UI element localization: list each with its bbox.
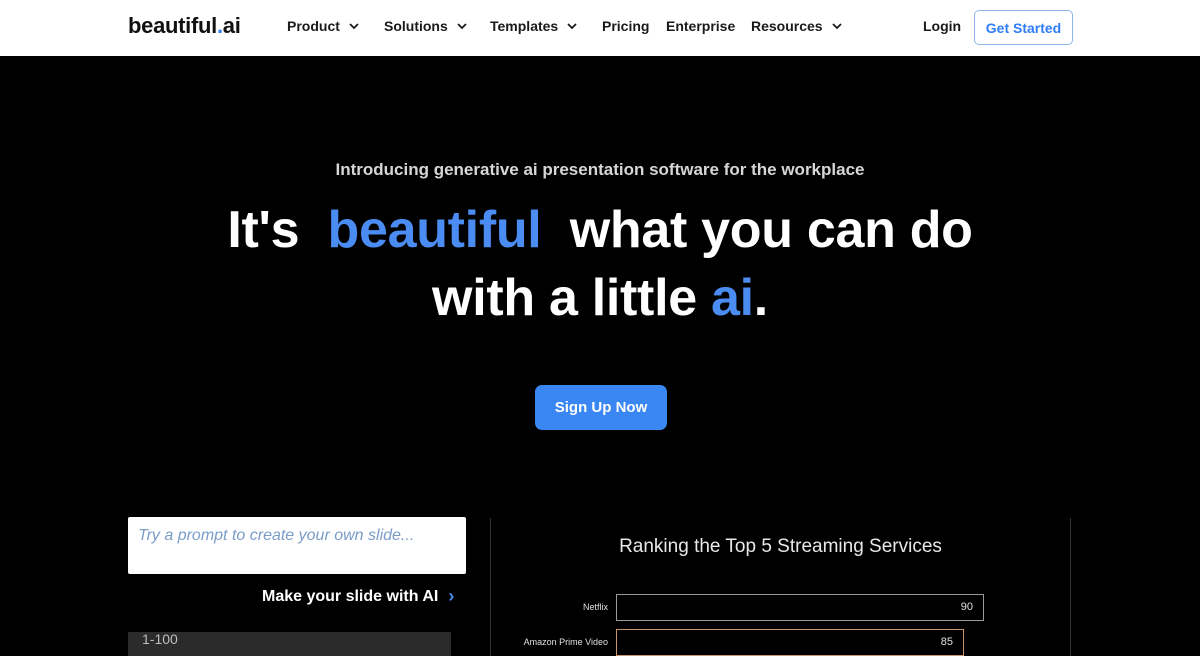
top-nav: beautiful.ai Product Solutions Templates… xyxy=(0,0,1200,56)
range-field[interactable]: 1-100 xyxy=(128,632,451,656)
login-link[interactable]: Login xyxy=(923,18,961,34)
get-started-button[interactable]: Get Started xyxy=(974,10,1073,45)
nav-item-product[interactable]: Product xyxy=(287,18,360,34)
chart-bar-label: Amazon Prime Video xyxy=(523,637,608,647)
nav-item-pricing[interactable]: Pricing xyxy=(602,18,649,34)
chart-title: Ranking the Top 5 Streaming Services xyxy=(619,536,942,557)
nav-item-resources[interactable]: Resources xyxy=(751,18,843,34)
nav-item-templates[interactable]: Templates xyxy=(490,18,578,34)
sign-up-button[interactable]: Sign Up Now xyxy=(535,385,667,430)
nav-item-solutions[interactable]: Solutions xyxy=(384,18,468,34)
chart-bar-label: Netflix xyxy=(582,602,608,612)
chart-bar-row: Netflix 90 xyxy=(491,594,1070,621)
hero-subtitle: Introducing generative ai presentation s… xyxy=(335,160,865,179)
logo[interactable]: beautiful.ai xyxy=(128,13,241,39)
chevron-down-icon xyxy=(831,23,842,30)
chart-bar: 90 xyxy=(616,594,984,621)
prompt-input[interactable] xyxy=(138,527,456,545)
chart-bar-value: 85 xyxy=(940,636,953,648)
chart-bar-value: 90 xyxy=(960,601,973,613)
nav-item-enterprise[interactable]: Enterprise xyxy=(666,18,735,34)
prompt-box[interactable] xyxy=(128,517,466,574)
chevron-right-icon: › xyxy=(448,586,455,606)
chevron-down-icon xyxy=(457,23,467,30)
make-slide-button[interactable]: Make your slide with AI › xyxy=(262,586,454,607)
hero-headline: It's beautiful what you can do with a li… xyxy=(227,201,973,327)
chevron-down-icon xyxy=(567,23,577,30)
divider-right xyxy=(1070,518,1071,656)
chart-bar: 85 xyxy=(616,629,964,656)
chart-bar-row: Amazon Prime Video 85 xyxy=(491,629,1070,656)
chevron-down-icon xyxy=(349,23,359,30)
